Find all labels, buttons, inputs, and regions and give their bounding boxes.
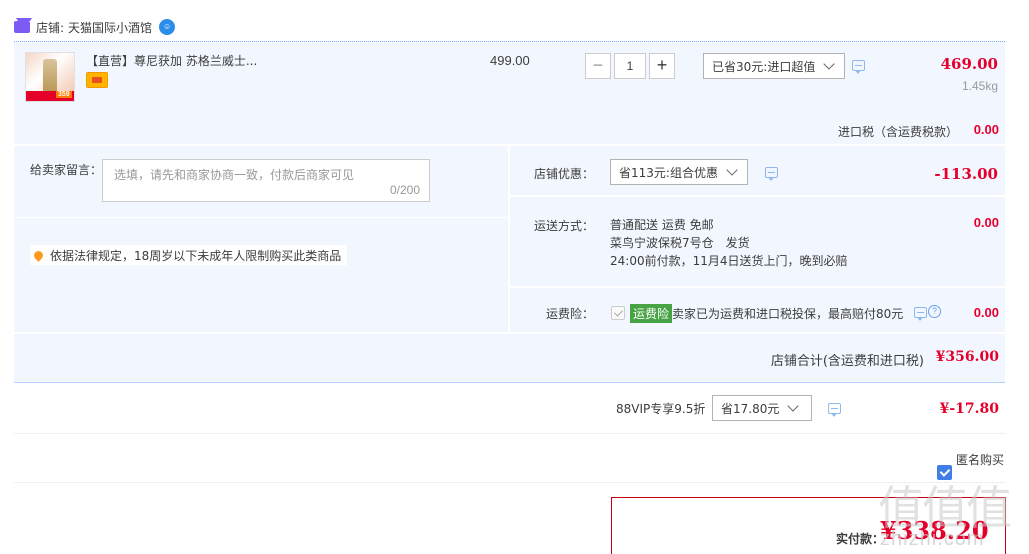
message-icon[interactable] bbox=[852, 60, 865, 74]
shipping-details: 普通配送 运费 免邮 菜鸟宁波保税7号仓 发货 24:00前付款，11月4日送货… bbox=[610, 216, 848, 270]
import-tax-value: 0.00 bbox=[973, 122, 999, 137]
shop-discount-value: -113.00 bbox=[934, 165, 998, 183]
divider bbox=[14, 482, 1005, 483]
item-discount-select[interactable]: 已省30元:进口超值 bbox=[703, 53, 845, 79]
insurance-tag: 运费险 bbox=[630, 304, 673, 323]
shop-discount-label: 店铺优惠： bbox=[534, 167, 595, 181]
warning-pin-icon bbox=[32, 248, 45, 262]
shop-discount-select-value: 省113元:组合优惠 bbox=[619, 165, 718, 180]
message-icon[interactable] bbox=[828, 403, 841, 417]
item-discount-select-value: 已省30元:进口超值 bbox=[712, 59, 816, 74]
vip-label: 88VIP专享9.5折 bbox=[616, 402, 706, 416]
site-watermark-url: zhizhi.com bbox=[880, 528, 985, 550]
seller-message-input[interactable]: 选填，请先和商家协商一致，付款后商家可见 0/200 bbox=[102, 159, 430, 202]
shop-label: 店铺: bbox=[36, 20, 65, 35]
seller-message-counter: 0/200 bbox=[389, 183, 420, 197]
shop-total-value: ¥356.00 bbox=[935, 349, 999, 365]
chevron-down-icon bbox=[787, 399, 800, 412]
seller-message-placeholder: 选填，请先和商家协商一致，付款后商家可见 bbox=[114, 168, 355, 182]
chevron-down-icon bbox=[823, 57, 835, 70]
quantity-stepper: − 1 + bbox=[585, 53, 675, 79]
quantity-minus-button[interactable]: − bbox=[585, 53, 611, 79]
shop-discount-select[interactable]: 省113元:组合优惠 bbox=[610, 159, 748, 185]
shop-header: 店铺: 天猫国际小酒馆 ☺ bbox=[14, 15, 176, 39]
vip-discount-value: ¥-17.80 bbox=[939, 401, 999, 417]
shipping-value: 0.00 bbox=[973, 215, 999, 230]
vip-discount-select-value: 省17.80元 bbox=[721, 401, 780, 416]
product-title-link[interactable]: 【直营】尊尼获加 苏格兰威士... bbox=[86, 52, 257, 69]
age-restriction-notice: 依据法律规定，18周岁以下未成年人限制购买此类商品 bbox=[30, 245, 348, 265]
shop-icon bbox=[14, 18, 32, 33]
insurance-value: 0.00 bbox=[973, 305, 999, 320]
message-icon[interactable] bbox=[765, 167, 778, 181]
wangwang-chat-icon[interactable]: ☺ bbox=[159, 19, 176, 35]
item-weight: 1.45kg bbox=[961, 79, 998, 93]
shipping-warehouse: 菜鸟宁波保税7号仓 发货 bbox=[610, 236, 750, 250]
insurance-label: 运费险： bbox=[546, 307, 595, 321]
divider bbox=[510, 195, 1005, 197]
shop-name-link[interactable]: 天猫国际小酒馆 bbox=[68, 19, 152, 36]
vip-discount-select[interactable]: 省17.80元 bbox=[712, 395, 812, 421]
help-icon[interactable]: ? bbox=[928, 305, 941, 318]
divider bbox=[14, 433, 1005, 434]
insurance-text: 卖家已为运费和进口税投保，最高赔付80元 bbox=[672, 307, 904, 321]
quantity-input[interactable]: 1 bbox=[614, 53, 646, 79]
message-icon[interactable] bbox=[914, 307, 927, 321]
shipping-label: 运送方式： bbox=[534, 219, 595, 233]
seller-message-label: 给卖家留言： bbox=[30, 163, 103, 177]
item-total-price: 469.00 bbox=[940, 55, 998, 73]
insurance-checkbox[interactable] bbox=[611, 306, 625, 320]
divider bbox=[510, 286, 1005, 288]
shipping-method: 普通配送 运费 免邮 bbox=[610, 218, 714, 232]
divider bbox=[508, 146, 510, 332]
card-payment-icon bbox=[86, 72, 108, 88]
quantity-plus-button[interactable]: + bbox=[649, 53, 675, 79]
bottle-image bbox=[43, 59, 57, 95]
shop-total-label: 店铺合计(含运费和进口税) bbox=[770, 354, 924, 369]
thumbnail-badge: 359 bbox=[26, 91, 74, 101]
divider bbox=[14, 217, 508, 218]
chevron-down-icon bbox=[726, 163, 738, 176]
payment-label: 实付款： bbox=[836, 532, 885, 546]
divider bbox=[14, 332, 1005, 334]
anonymous-label[interactable]: 匿名购买 bbox=[956, 451, 1004, 468]
product-thumbnail[interactable]: 359 bbox=[25, 52, 75, 102]
import-tax-label: 进口税（含运费税款） bbox=[837, 125, 958, 139]
age-restriction-text: 依据法律规定，18周岁以下未成年人限制购买此类商品 bbox=[50, 248, 342, 263]
unit-price: 499.00 bbox=[490, 53, 530, 68]
shipping-eta: 24:00前付款，11月4日送货上门，晚到必赔 bbox=[610, 254, 848, 268]
